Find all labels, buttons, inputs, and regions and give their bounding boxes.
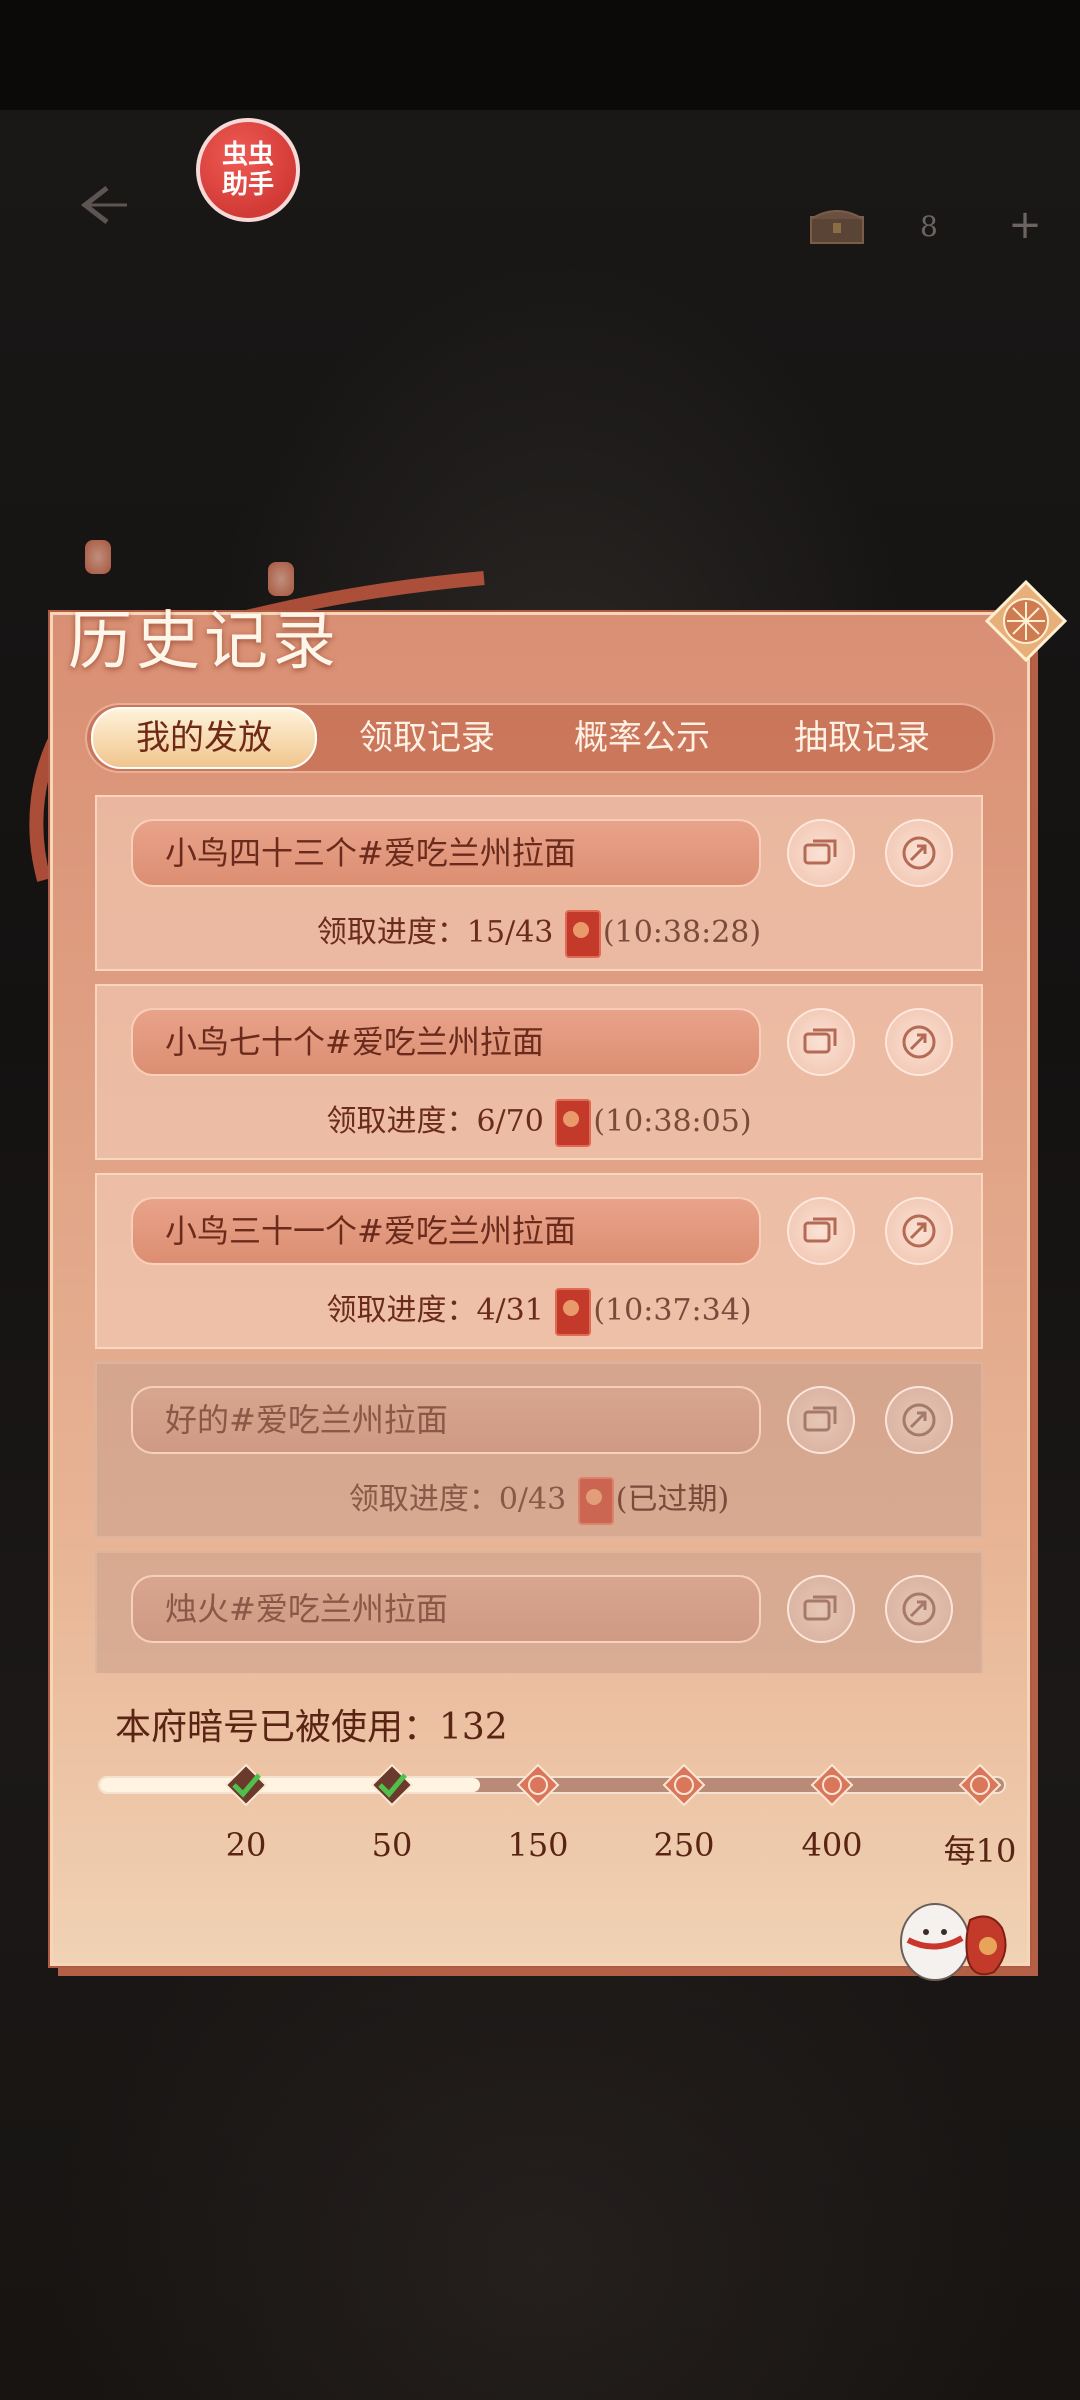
milestone-node[interactable] xyxy=(516,1763,560,1807)
mascot-icon xyxy=(900,1903,1007,1981)
back-button[interactable] xyxy=(55,170,145,240)
copy-button[interactable] xyxy=(787,819,855,887)
milestone-label: 20 xyxy=(225,1826,267,1864)
record-card: 小鸟四十三个#爱吃兰州拉面 领取进度：15/43 (10:38:28) xyxy=(95,795,983,971)
progress-value: 4/31 xyxy=(476,1293,544,1328)
record-time: (10:37:34) xyxy=(593,1293,752,1328)
milestone-label: 150 xyxy=(507,1826,569,1864)
copy-icon xyxy=(803,839,837,865)
close-ornament-icon[interactable] xyxy=(985,580,1067,662)
record-list[interactable]: 小鸟四十三个#爱吃兰州拉面 领取进度：15/43 (10:38:28) 小鸟七十… xyxy=(95,795,985,1673)
milestone-node[interactable] xyxy=(810,1763,854,1807)
assistant-badge-label: 虫虫 助手 xyxy=(221,140,274,200)
milestone-node-claimed[interactable] xyxy=(370,1763,414,1807)
tab-draw-records[interactable]: 抽取记录 xyxy=(762,705,962,771)
milestone-label: 250 xyxy=(653,1826,715,1864)
tab-bar: 我的发放 领取记录 概率公示 抽取记录 xyxy=(85,703,995,773)
copy-button[interactable] xyxy=(787,1575,855,1643)
resource-count: 8 xyxy=(920,210,938,243)
share-button[interactable] xyxy=(885,819,953,887)
red-envelope-icon xyxy=(564,910,601,958)
assistant-floating-button[interactable]: 虫虫 助手 xyxy=(196,118,300,222)
progress-label: 领取进度： xyxy=(326,1104,477,1139)
copy-button[interactable] xyxy=(787,1008,855,1076)
progress-label: 领取进度： xyxy=(326,1293,477,1328)
copy-icon xyxy=(803,1217,837,1243)
progress-value: 0/43 xyxy=(498,1482,567,1517)
milestone-label: 50 xyxy=(371,1826,413,1864)
treasure-chest-icon xyxy=(810,210,864,244)
record-name: 小鸟四十三个#爱吃兰州拉面 xyxy=(131,819,761,887)
lantern-decoration xyxy=(85,540,111,574)
gift-node-icon xyxy=(662,1763,706,1807)
milestone-label: 每10 xyxy=(943,1832,1017,1870)
record-progress: 领取进度：15/43 (10:38:28) xyxy=(97,907,981,958)
milestone-node[interactable] xyxy=(662,1763,706,1807)
record-time: (已过期) xyxy=(615,1482,730,1517)
share-icon xyxy=(902,1403,936,1437)
red-envelope-icon xyxy=(555,1099,592,1147)
record-card: 小鸟三十一个#爱吃兰州拉面 领取进度：4/31 (10:37:34) xyxy=(95,1173,983,1349)
red-envelope-icon xyxy=(555,1288,592,1336)
tab-my-distribution[interactable]: 我的发放 xyxy=(91,707,317,769)
share-icon xyxy=(902,1592,936,1626)
record-name: 烛火#爱吃兰州拉面 xyxy=(131,1575,761,1643)
milestone-progress-fill xyxy=(100,1778,480,1792)
check-icon xyxy=(370,1763,414,1807)
record-name: 好的#爱吃兰州拉面 xyxy=(131,1386,761,1454)
record-progress: 领取进度：6/70 (10:38:05) xyxy=(97,1096,981,1147)
milestone-label: 400 xyxy=(801,1826,863,1864)
copy-icon xyxy=(803,1406,837,1432)
record-name: 小鸟七十个#爱吃兰州拉面 xyxy=(131,1008,761,1076)
share-button[interactable] xyxy=(885,1008,953,1076)
record-card: 好的#爱吃兰州拉面 领取进度：0/43 (已过期) xyxy=(95,1362,983,1538)
gift-node-icon xyxy=(516,1763,560,1807)
code-usage-label: 本府暗号已被使用：132 xyxy=(115,1707,508,1748)
share-button[interactable] xyxy=(885,1386,953,1454)
milestone-node[interactable] xyxy=(958,1763,1002,1807)
gift-node-icon xyxy=(958,1763,1002,1807)
progress-label: 领取进度： xyxy=(348,1482,499,1517)
copy-icon xyxy=(803,1028,837,1054)
share-icon xyxy=(902,1214,936,1248)
copy-button[interactable] xyxy=(787,1197,855,1265)
copy-button[interactable] xyxy=(787,1386,855,1454)
record-card: 烛火#爱吃兰州拉面 xyxy=(95,1551,983,1673)
back-arrow-icon xyxy=(80,186,127,224)
share-icon xyxy=(902,836,936,870)
record-time: (10:38:05) xyxy=(593,1104,752,1139)
progress-value: 6/70 xyxy=(476,1104,544,1139)
copy-icon xyxy=(803,1595,837,1621)
share-icon xyxy=(902,1025,936,1059)
tab-probability[interactable]: 概率公示 xyxy=(542,705,742,771)
red-envelope-icon xyxy=(577,1477,614,1525)
check-icon xyxy=(224,1763,268,1807)
progress-value: 15/43 xyxy=(466,915,554,950)
add-resource-button[interactable]: + xyxy=(1000,200,1050,250)
share-button[interactable] xyxy=(885,1197,953,1265)
record-name: 小鸟三十一个#爱吃兰州拉面 xyxy=(131,1197,761,1265)
progress-label: 领取进度： xyxy=(316,915,467,950)
gift-node-icon xyxy=(810,1763,854,1807)
milestone-node-claimed[interactable] xyxy=(224,1763,268,1807)
record-progress: 领取进度：4/31 (10:37:34) xyxy=(97,1285,981,1336)
share-button[interactable] xyxy=(885,1575,953,1643)
panel-title: 历史记录 xyxy=(68,605,340,679)
record-progress: 领取进度：0/43 (已过期) xyxy=(97,1474,981,1525)
record-card: 小鸟七十个#爱吃兰州拉面 领取进度：6/70 (10:38:05) xyxy=(95,984,983,1160)
tab-claim-records[interactable]: 领取记录 xyxy=(327,705,527,771)
record-time: (10:38:28) xyxy=(602,915,762,950)
